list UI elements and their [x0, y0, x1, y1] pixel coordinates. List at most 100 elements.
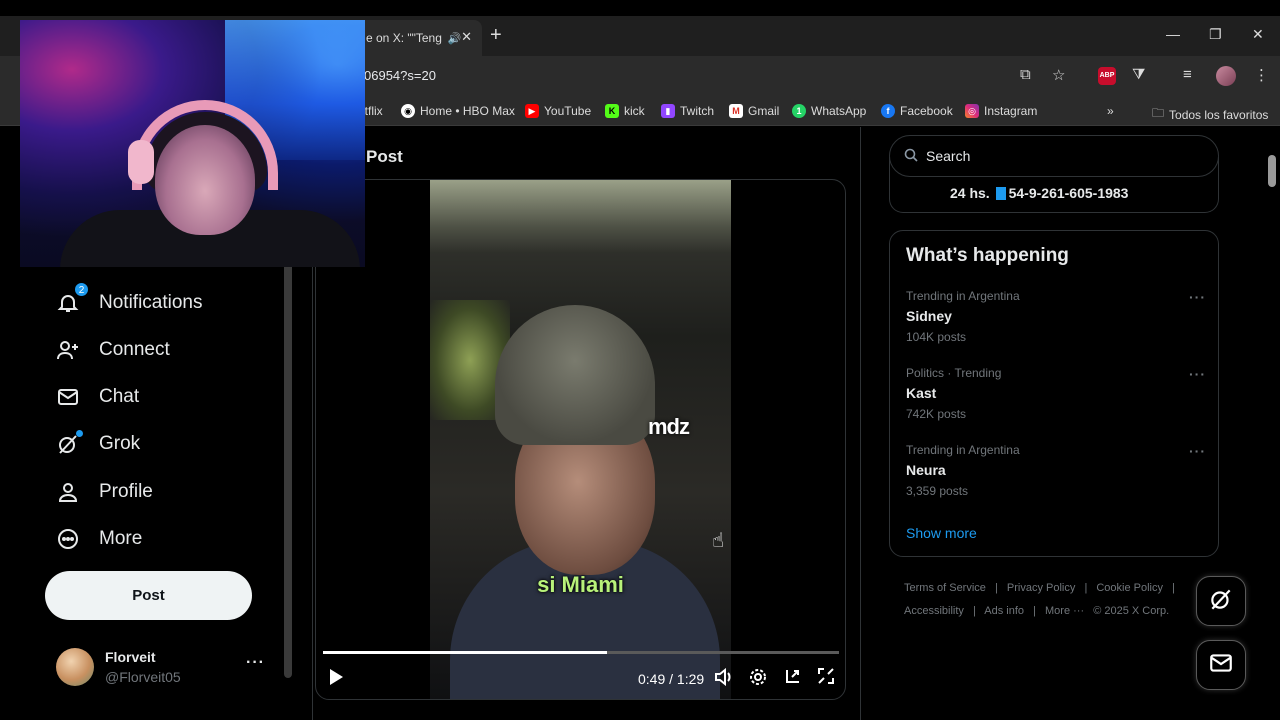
copyright: © 2025 X Corp. — [1093, 605, 1170, 617]
volume-icon[interactable] — [714, 667, 734, 690]
folder-icon: 🗀 — [1152, 106, 1165, 120]
nav-more[interactable]: More — [56, 527, 142, 551]
page-scrollbar[interactable] — [1268, 155, 1276, 187]
extensions-icon[interactable]: ⧩ — [1132, 66, 1145, 83]
main-column: Post mdz si Miami 0:49 / 1:29 — [312, 127, 861, 720]
add-person-icon — [56, 338, 80, 362]
gmail-icon: M — [729, 104, 743, 118]
trend-item[interactable]: Trending in Argentina Sidney 104K posts … — [906, 289, 1206, 344]
nav-chat[interactable]: Chat — [56, 385, 139, 409]
more-circle-icon — [56, 527, 80, 551]
search-input[interactable]: Search — [889, 135, 1219, 177]
fullscreen-icon[interactable] — [818, 668, 834, 688]
grok-dot — [76, 430, 83, 437]
bookmark-whatsapp[interactable]: 1 WhatsApp — [792, 104, 866, 118]
profile-avatar-icon[interactable] — [1216, 66, 1236, 86]
bookmark-youtube[interactable]: ▶ YouTube — [525, 104, 591, 118]
hbo-icon: ◉ — [401, 104, 415, 118]
play-icon[interactable] — [328, 668, 344, 690]
trend-item[interactable]: Politics · Trending Kast 742K posts ··· — [906, 366, 1206, 421]
bookmark-twitch[interactable]: ▮ Twitch — [661, 104, 714, 118]
grok-icon — [56, 430, 83, 456]
bookmarks-overflow-icon[interactable]: » — [1107, 104, 1114, 118]
trend-more-icon[interactable]: ··· — [1189, 443, 1206, 459]
youtube-icon: ▶ — [525, 104, 539, 118]
picture-in-picture-icon[interactable] — [783, 668, 801, 690]
mouse-cursor-icon: ☝ — [712, 530, 725, 552]
nav-connect[interactable]: Connect — [56, 338, 170, 362]
tab-title: e on X: ""Teng — [366, 31, 442, 45]
account-more-icon[interactable]: ··· — [246, 654, 265, 672]
envelope-icon — [56, 385, 80, 409]
footer-link[interactable]: More ··· — [1045, 605, 1084, 617]
footer-link[interactable]: Cookie Policy — [1096, 582, 1163, 594]
settings-gear-icon[interactable] — [749, 668, 767, 690]
user-handle: @Florveit05 — [105, 669, 181, 685]
grok-floating-button[interactable] — [1196, 576, 1246, 626]
media-control-icon[interactable]: ≡ — [1183, 66, 1192, 83]
bell-icon: 2 — [56, 282, 89, 315]
search-placeholder: Search — [926, 148, 971, 164]
show-more-link[interactable]: Show more — [906, 525, 977, 541]
video-player[interactable]: mdz si Miami 0:49 / 1:29 — [315, 179, 846, 700]
instagram-icon: ◎ — [965, 104, 979, 118]
bookmark-facebook[interactable]: f Facebook — [881, 104, 953, 118]
twitch-icon: ▮ — [661, 104, 675, 118]
envelope-icon — [1208, 650, 1234, 681]
footer-link[interactable]: Ads info — [984, 605, 1024, 617]
trend-more-icon[interactable]: ··· — [1189, 289, 1206, 305]
video-watermark: mdz — [648, 414, 690, 439]
facebook-icon: f — [881, 104, 895, 118]
video-time: 0:49 / 1:29 — [638, 671, 705, 687]
webcam-overlay — [20, 20, 365, 267]
right-sidebar: 24 hs. 54-9-261-605-1983 Search What’s h… — [880, 127, 1240, 720]
video-progress-fill — [323, 651, 607, 654]
page-title: Post — [366, 147, 403, 166]
address-bar[interactable]: 06954?s=20 — [364, 68, 436, 83]
video-progress-bar[interactable] — [323, 651, 839, 654]
browser-menu-icon[interactable]: ⋮ — [1254, 66, 1269, 84]
kick-icon: K — [605, 104, 619, 118]
user-display-name: Florveit — [105, 649, 156, 665]
notification-badge: 2 — [74, 282, 89, 297]
all-bookmarks-folder[interactable]: 🗀 Todos los favoritos — [1152, 104, 1268, 125]
phone-number: 54-9-261-605-1983 — [1008, 185, 1129, 201]
phone-square-icon — [995, 187, 1006, 200]
install-app-icon[interactable]: ⧉ — [1020, 66, 1031, 83]
bookmark-star-icon[interactable]: ☆ — [1052, 66, 1065, 84]
section-title: What’s happening — [906, 245, 1069, 266]
footer-links: Terms of Service | Privacy Policy | Cook… — [904, 582, 1175, 617]
video-frame: mdz si Miami — [430, 180, 731, 699]
trend-item[interactable]: Trending in Argentina Neura 3,359 posts … — [906, 443, 1206, 498]
phone-prefix: 24 hs. — [950, 185, 990, 201]
video-caption: si Miami — [537, 572, 624, 597]
bookmark-gmail[interactable]: M Gmail — [729, 104, 779, 118]
speaker-icon[interactable]: 🔊 — [448, 32, 462, 45]
account-switcher[interactable]: Florveit @Florveit05 ··· — [56, 646, 271, 690]
footer-link[interactable]: Terms of Service — [904, 582, 986, 594]
avatar — [56, 648, 94, 686]
grok-icon — [1208, 586, 1234, 617]
trend-more-icon[interactable]: ··· — [1189, 366, 1206, 382]
close-tab-icon[interactable]: ✕ — [461, 29, 472, 45]
post-button[interactable]: Post — [45, 571, 252, 620]
nav-grok[interactable]: Grok — [56, 430, 140, 456]
bookmark-kick[interactable]: Kkick — [605, 104, 645, 118]
window-close-icon[interactable]: ✕ — [1252, 26, 1264, 43]
nav-profile[interactable]: Profile — [56, 480, 153, 504]
search-icon — [904, 148, 918, 165]
bookmark-hbo[interactable]: ◉ Home • HBO Max — [401, 104, 515, 118]
person-icon — [56, 480, 80, 504]
nav-scrollbar[interactable] — [284, 248, 292, 678]
new-tab-button[interactable]: + — [490, 24, 502, 47]
whats-happening-card: What’s happening Trending in Argentina S… — [889, 230, 1219, 557]
whatsapp-icon: 1 — [792, 104, 806, 118]
minimize-icon[interactable]: — — [1166, 26, 1180, 42]
messages-floating-button[interactable] — [1196, 640, 1246, 690]
footer-link[interactable]: Privacy Policy — [1007, 582, 1075, 594]
nav-notifications[interactable]: 2 Notifications — [56, 282, 203, 315]
footer-link[interactable]: Accessibility — [904, 605, 964, 617]
adblock-icon[interactable]: ABP — [1098, 67, 1116, 85]
restore-icon[interactable]: ❐ — [1209, 26, 1222, 43]
bookmark-instagram[interactable]: ◎ Instagram — [965, 104, 1037, 118]
